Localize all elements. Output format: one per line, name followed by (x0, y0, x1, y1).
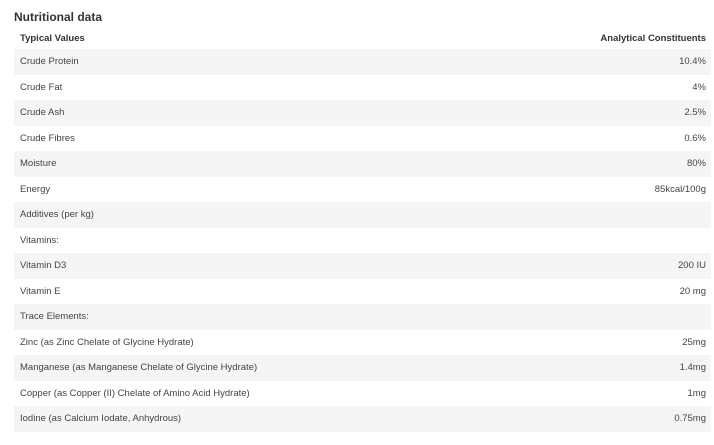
table-row: Iodine (as Calcium Iodate, Anhydrous) 0.… (14, 406, 711, 432)
table-row: Copper (as Copper (II) Chelate of Amino … (14, 381, 711, 407)
row-value: 0.6% (684, 132, 706, 144)
header-typical-values: Typical Values (20, 32, 85, 44)
header-analytical-constituents: Analytical Constituents (600, 32, 706, 44)
row-label: Zinc (as Zinc Chelate of Glycine Hydrate… (20, 336, 194, 348)
table-row: Crude Ash 2.5% (14, 100, 711, 126)
nutrition-table: Typical Values Analytical Constituents C… (14, 27, 711, 432)
row-value: 80% (686, 158, 706, 170)
row-label: Crude Fat (20, 81, 63, 93)
table-header-row: Typical Values Analytical Constituents (14, 27, 711, 49)
row-label: Vitamins: (20, 234, 59, 246)
table-row: Vitamin E 20 mg (14, 279, 711, 305)
row-label: Copper (as Copper (II) Chelate of Amino … (20, 387, 250, 399)
row-value: 1.4mg (679, 362, 706, 374)
table-row: Moisture 80% (14, 151, 711, 177)
row-label: Crude Fibres (20, 132, 75, 144)
row-label: Crude Protein (20, 56, 79, 68)
section-title: Nutritional data (14, 10, 103, 24)
row-label: Vitamin E (20, 285, 61, 297)
row-value: 2.5% (684, 107, 706, 119)
row-value: 20 mg (679, 285, 706, 297)
table-row: Manganese (as Manganese Chelate of Glyci… (14, 355, 711, 381)
row-label: Iodine (as Calcium Iodate, Anhydrous) (20, 413, 182, 425)
row-label: Energy (20, 183, 51, 195)
table-row: Zinc (as Zinc Chelate of Glycine Hydrate… (14, 330, 711, 356)
table-row: Crude Protein 10.4% (14, 49, 711, 75)
table-row: Additives (per kg) (14, 202, 711, 228)
row-label: Manganese (as Manganese Chelate of Glyci… (20, 362, 258, 374)
row-label: Trace Elements: (20, 311, 89, 323)
row-label: Moisture (20, 158, 57, 170)
row-value: 1mg (687, 387, 706, 399)
row-value: 200 IU (678, 260, 706, 272)
table-row: Vitamin D3 200 IU (14, 253, 711, 279)
table-row: Energy 85kcal/100g (14, 177, 711, 203)
table-row: Vitamins: (14, 228, 711, 254)
table-row: Crude Fibres 0.6% (14, 126, 711, 152)
row-value: 85kcal/100g (654, 183, 706, 195)
row-label: Crude Ash (20, 107, 65, 119)
nutritional-data-panel: Nutritional data Typical Values Analytic… (0, 0, 714, 445)
row-value: 25mg (682, 336, 706, 348)
table-row: Crude Fat 4% (14, 75, 711, 101)
row-label: Vitamin D3 (20, 260, 67, 272)
row-value: 10.4% (679, 56, 706, 68)
row-value: 4% (692, 81, 706, 93)
row-value: 0.75mg (674, 413, 706, 425)
row-label: Additives (per kg) (20, 209, 94, 221)
table-row: Trace Elements: (14, 304, 711, 330)
